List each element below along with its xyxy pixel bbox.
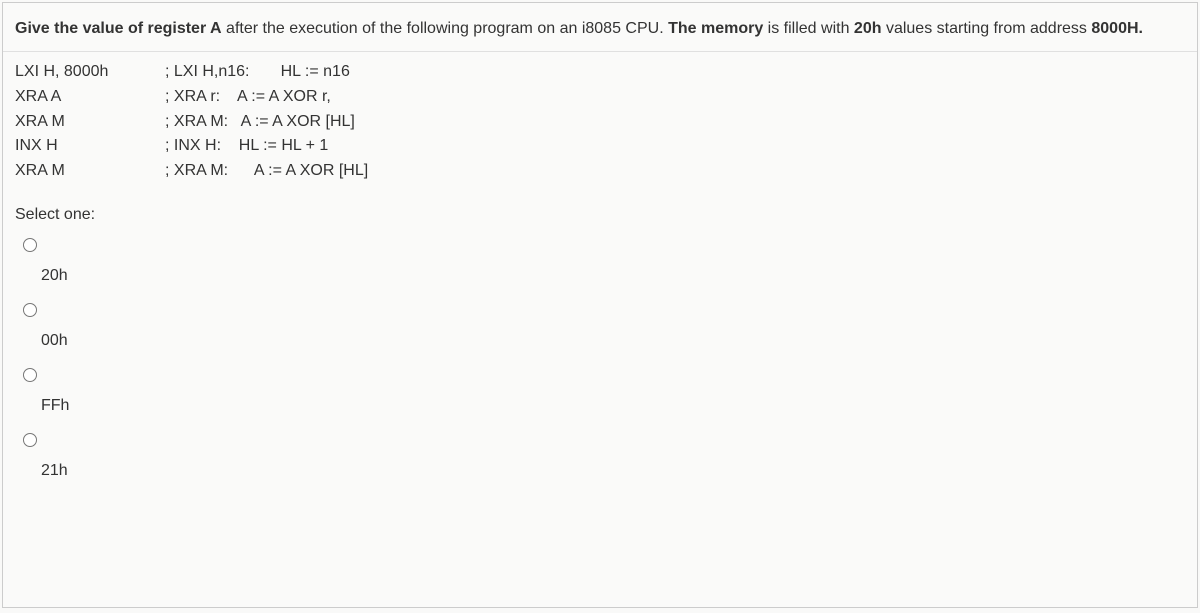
code-comment: ; INX H: HL := HL + 1 <box>165 134 328 159</box>
select-one-label: Select one: <box>3 188 1197 228</box>
option-label: 20h <box>15 261 1185 285</box>
code-comment: ; XRA r: A := A XOR r, <box>165 85 331 110</box>
prompt-bold-3: 20h <box>854 20 882 37</box>
prompt-bold-1: Give the value of register A <box>15 20 222 37</box>
prompt-text-2: is filled with <box>763 20 854 37</box>
option-radio-ffh[interactable] <box>23 368 37 382</box>
code-line: LXI H, 8000h ; LXI H,n16: HL := n16 <box>15 60 1185 85</box>
options-group: 20h 00h FFh 21h <box>3 228 1197 500</box>
option-item: 20h <box>15 234 1185 285</box>
code-instr: INX H <box>15 134 165 159</box>
option-label: 00h <box>15 326 1185 350</box>
code-comment: ; XRA M: A := A XOR [HL] <box>165 110 355 135</box>
prompt-text-3: values starting from address <box>882 20 1092 37</box>
code-line: XRA A ; XRA r: A := A XOR r, <box>15 85 1185 110</box>
code-instr: LXI H, 8000h <box>15 60 165 85</box>
code-comment: ; LXI H,n16: HL := n16 <box>165 60 350 85</box>
prompt-bold-4: 8000H. <box>1091 20 1143 37</box>
code-comment: ; XRA M: A := A XOR [HL] <box>165 159 368 184</box>
code-block: LXI H, 8000h ; LXI H,n16: HL := n16 XRA … <box>3 52 1197 188</box>
option-radio-21h[interactable] <box>23 433 37 447</box>
question-prompt: Give the value of register A after the e… <box>3 3 1197 52</box>
code-instr: XRA A <box>15 85 165 110</box>
option-item: 00h <box>15 299 1185 350</box>
code-instr: XRA M <box>15 159 165 184</box>
option-item: FFh <box>15 364 1185 415</box>
code-line: XRA M ; XRA M: A := A XOR [HL] <box>15 110 1185 135</box>
option-item: 21h <box>15 429 1185 480</box>
prompt-bold-2: The memory <box>668 20 763 37</box>
option-label: FFh <box>15 391 1185 415</box>
option-radio-20h[interactable] <box>23 238 37 252</box>
question-container: Give the value of register A after the e… <box>2 2 1198 608</box>
code-line: XRA M ; XRA M: A := A XOR [HL] <box>15 159 1185 184</box>
option-label: 21h <box>15 456 1185 480</box>
code-instr: XRA M <box>15 110 165 135</box>
option-radio-00h[interactable] <box>23 303 37 317</box>
prompt-text-1: after the execution of the following pro… <box>222 20 668 37</box>
code-line: INX H ; INX H: HL := HL + 1 <box>15 134 1185 159</box>
